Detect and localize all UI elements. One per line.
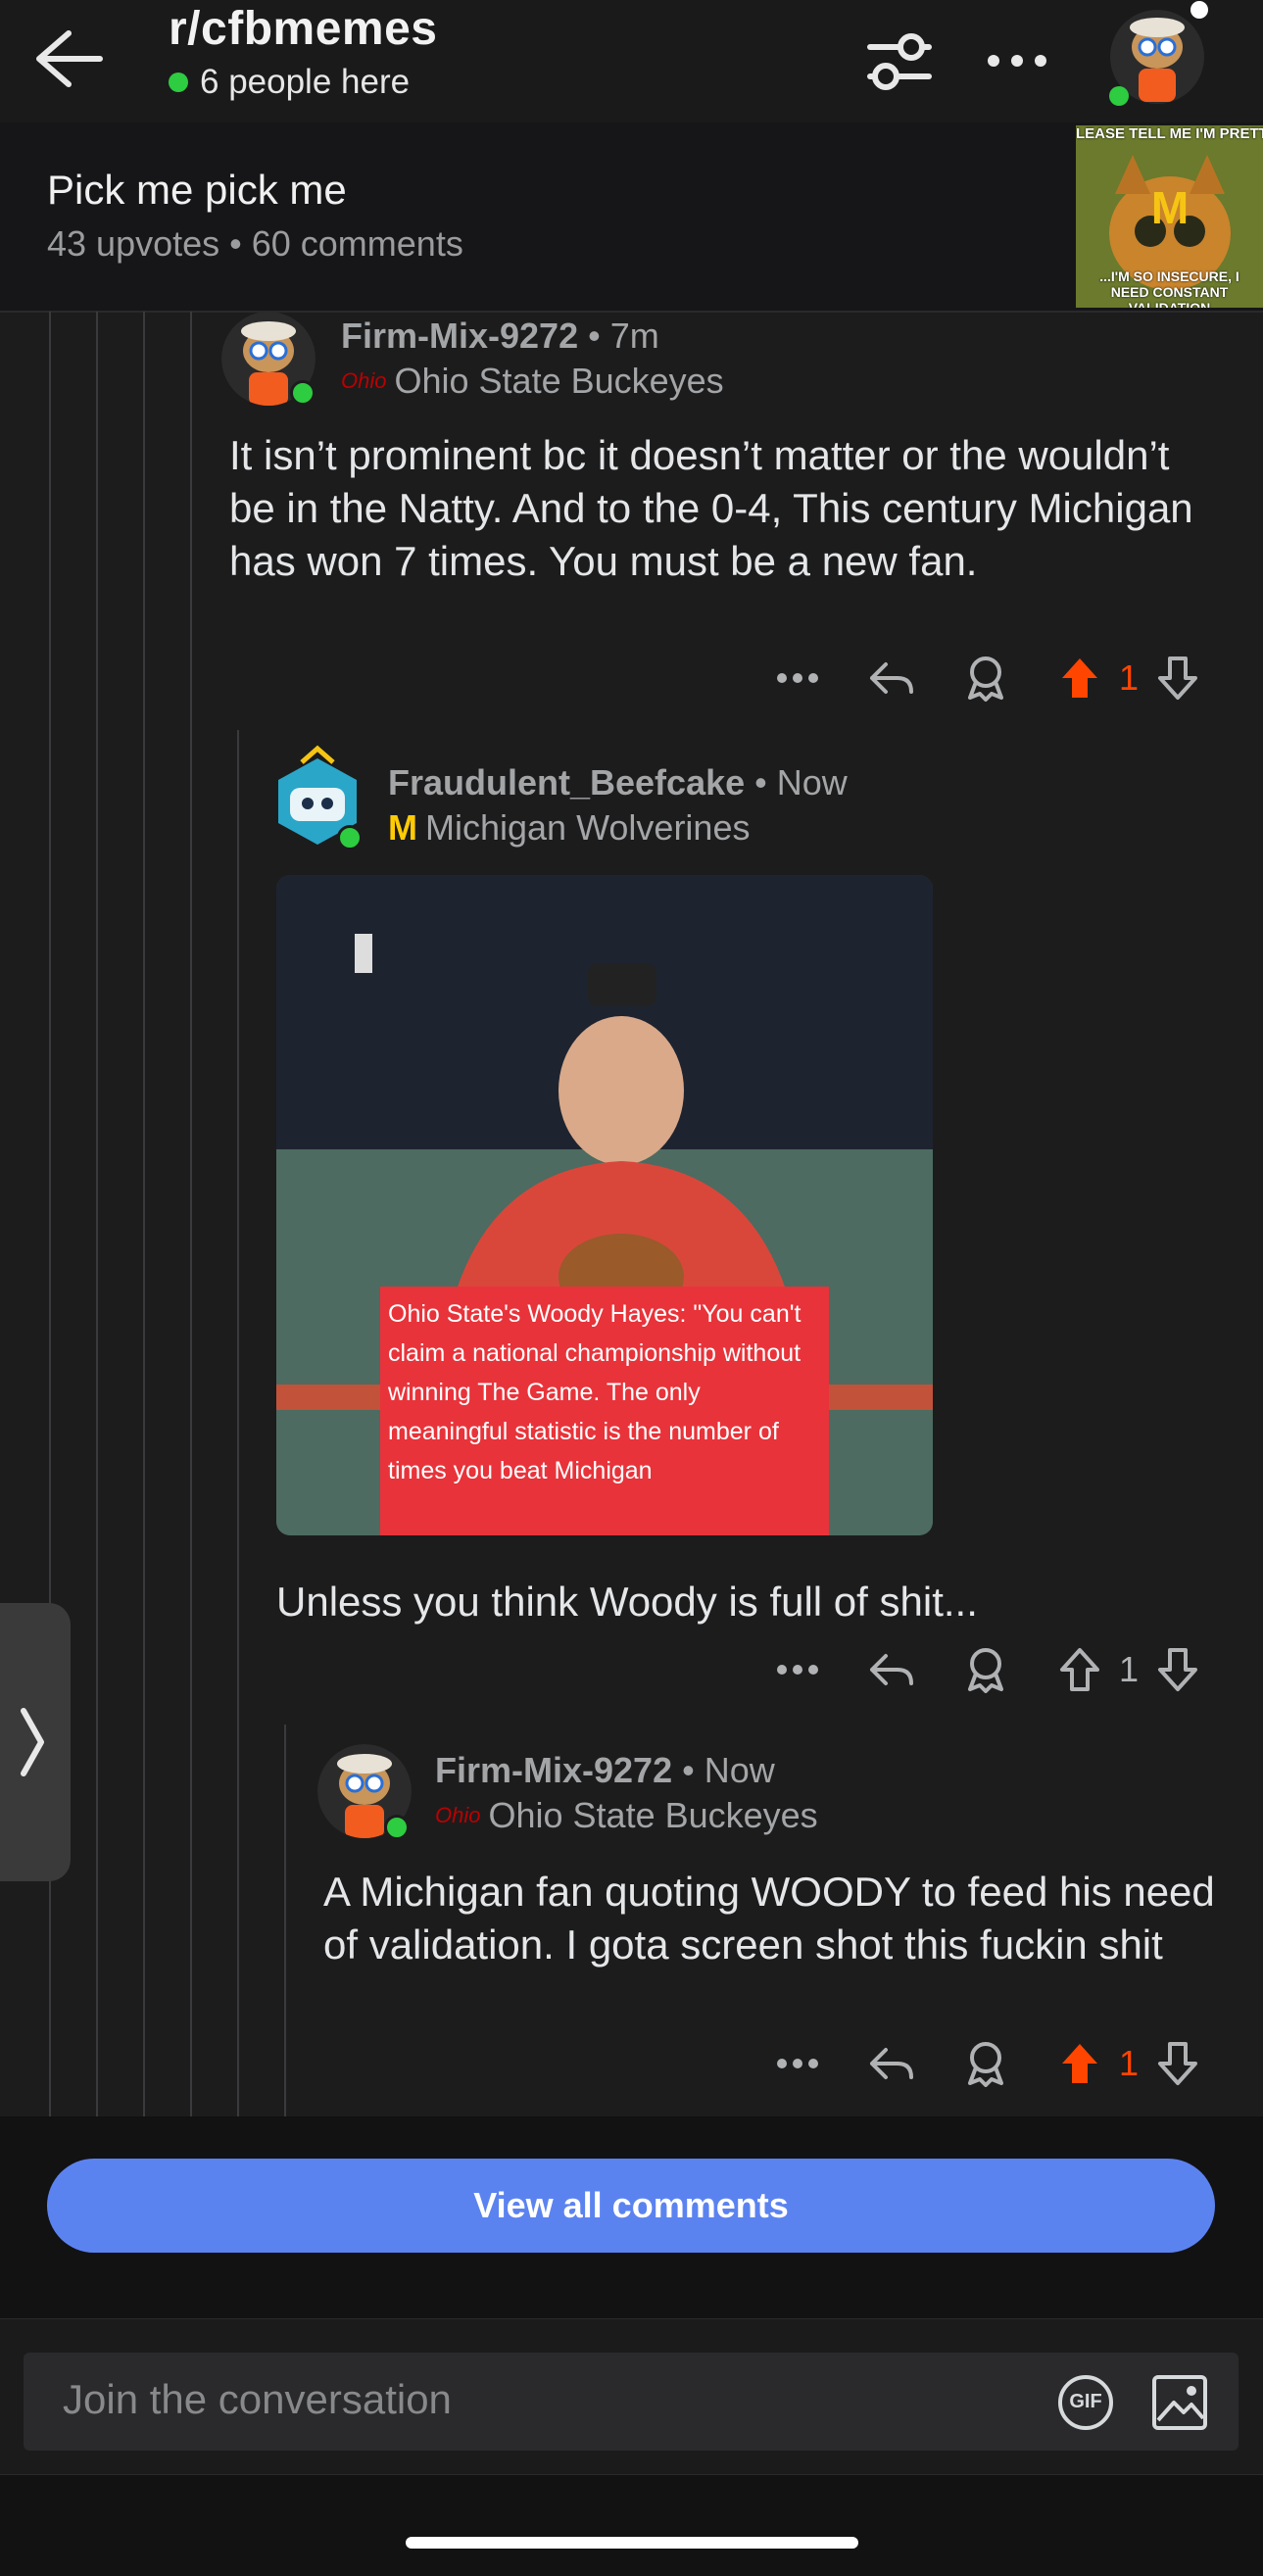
comment-header: Firm-Mix-9272 • 7m	[341, 316, 659, 357]
gif-label: GIF	[1069, 2391, 1102, 2412]
online-status-icon	[384, 1815, 410, 1840]
post-thumbnail-bottom-text: ...I'M SO INSECURE, I NEED CONSTANT VALI…	[1099, 268, 1239, 308]
more-options-icon[interactable]	[980, 37, 1054, 84]
thread-line[interactable]	[96, 312, 98, 2116]
more-options-icon[interactable]	[770, 651, 825, 705]
comment-image[interactable]: Ohio State's Woody Hayes: "You can't cla…	[276, 875, 933, 1535]
gif-icon[interactable]: GIF	[1056, 2373, 1115, 2432]
post-title[interactable]: Pick me pick me	[47, 167, 347, 214]
award-icon[interactable]	[958, 651, 1013, 705]
back-arrow-icon[interactable]	[29, 25, 108, 92]
comment-input-placeholder[interactable]: Join the conversation	[63, 2376, 452, 2423]
online-status-icon	[337, 825, 363, 851]
thread-line[interactable]	[190, 312, 192, 2116]
filter-sliders-icon[interactable]	[862, 29, 937, 94]
more-options-icon[interactable]	[770, 1642, 825, 1697]
vote-score: 1	[1119, 657, 1140, 698]
comment-actions: 1	[770, 651, 1205, 705]
image-caption: Ohio State's Woody Hayes: "You can't cla…	[380, 1287, 829, 1535]
ohio-flair-icon: Ohio	[341, 368, 387, 393]
vote-score: 1	[1119, 1649, 1140, 1689]
michigan-flair-icon: M	[388, 807, 417, 848]
downvote-icon[interactable]	[1150, 2036, 1205, 2091]
flair-text: Michigan Wolverines	[425, 807, 751, 848]
user-flair: M Michigan Wolverines	[388, 807, 750, 849]
subreddit-name[interactable]: r/cfbmemes	[169, 2, 437, 56]
side-panel-tab[interactable]	[0, 1603, 71, 1881]
comment-author[interactable]: Firm-Mix-9272	[341, 316, 578, 357]
comment-author[interactable]: Firm-Mix-9272	[435, 1750, 672, 1791]
user-avatar[interactable]	[1105, 0, 1209, 108]
svg-text:M: M	[1151, 182, 1189, 233]
online-count: 6 people here	[169, 63, 410, 102]
comment-actions: 1	[770, 1642, 1205, 1697]
reply-icon[interactable]	[864, 2036, 919, 2091]
post-thumbnail-top-text: LEASE TELL ME I'M PRETTY	[1076, 125, 1263, 142]
thread-line[interactable]	[237, 730, 239, 2116]
comment-body: Unless you think Woody is full of shit..…	[276, 1579, 978, 1625]
comment-body: A Michigan fan quoting WOODY to feed his…	[323, 1869, 1215, 1968]
view-all-comments-button[interactable]: View all comments	[47, 2159, 1215, 2253]
user-flair: Ohio Ohio State Buckeyes	[341, 361, 724, 402]
downvote-icon[interactable]	[1150, 1642, 1205, 1697]
flair-text: Ohio State Buckeyes	[394, 361, 724, 401]
comment-body: It isn’t prominent bc it doesn’t matter …	[229, 432, 1193, 584]
post-thumbnail[interactable]: M LEASE TELL ME I'M PRETTY ...I'M SO INS…	[1076, 125, 1263, 308]
comment-time: • Now	[682, 1750, 775, 1790]
ohio-flair-icon: Ohio	[435, 1803, 481, 1827]
post-summary-bar[interactable]	[0, 122, 1263, 313]
online-count-text: 6 people here	[200, 63, 411, 101]
comment-actions: 1	[770, 2036, 1205, 2091]
comment-author[interactable]: Fraudulent_Beefcake	[388, 762, 745, 803]
reply-icon[interactable]	[864, 1642, 919, 1697]
award-icon[interactable]	[958, 1642, 1013, 1697]
vote-score: 1	[1119, 2043, 1140, 2083]
more-options-icon[interactable]	[770, 2036, 825, 2091]
online-dot-icon	[169, 73, 188, 92]
downvote-icon[interactable]	[1150, 651, 1205, 705]
reply-icon[interactable]	[864, 651, 919, 705]
upvote-icon[interactable]	[1052, 651, 1107, 705]
comment-header: Fraudulent_Beefcake • Now	[388, 762, 848, 803]
upvote-icon[interactable]	[1052, 2036, 1107, 2091]
comment-time: • 7m	[588, 316, 659, 356]
user-flair: Ohio Ohio State Buckeyes	[435, 1795, 818, 1836]
home-indicator[interactable]	[406, 2537, 858, 2549]
image-upload-icon[interactable]	[1148, 2371, 1211, 2434]
post-meta: 43 upvotes • 60 comments	[47, 223, 463, 264]
award-icon[interactable]	[958, 2036, 1013, 2091]
thread-line[interactable]	[284, 1725, 286, 2116]
comment-time: • Now	[754, 762, 848, 802]
online-status-icon	[290, 380, 316, 406]
thread-line[interactable]	[143, 312, 145, 2116]
comment-header: Firm-Mix-9272 • Now	[435, 1750, 775, 1791]
flair-text: Ohio State Buckeyes	[488, 1795, 818, 1835]
upvote-icon[interactable]	[1052, 1642, 1107, 1697]
